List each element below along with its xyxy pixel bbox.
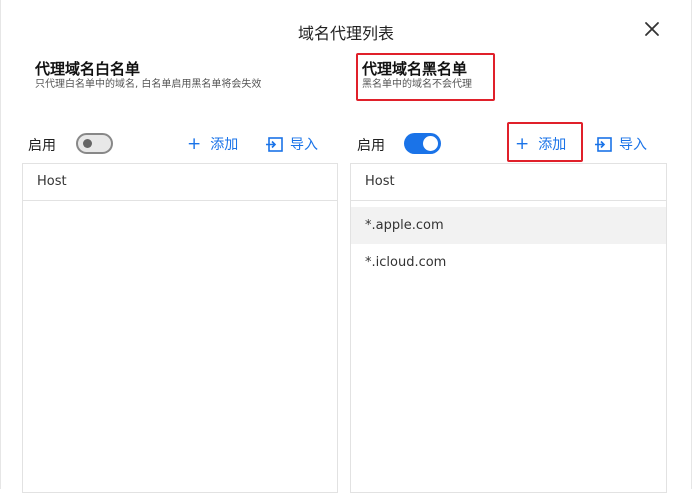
blacklist-add-label: 添加 — [538, 137, 567, 153]
blacklist-column-header: Host — [351, 164, 666, 201]
blacklist-add-button[interactable]: + 添加 — [515, 134, 566, 154]
whitelist-enable-toggle[interactable] — [76, 133, 113, 154]
blacklist-subtitle: 黑名单中的域名不会代理 — [362, 79, 472, 90]
blacklist-enable-label: 启用 — [357, 138, 385, 154]
blacklist-import-button[interactable]: 导入 — [595, 134, 647, 154]
whitelist-add-label: 添加 — [210, 137, 239, 153]
blacklist-enable-toggle[interactable] — [404, 133, 441, 154]
table-row[interactable]: *.apple.com — [351, 207, 666, 244]
whitelist-import-label: 导入 — [290, 137, 318, 153]
blacklist-title: 代理域名黑名单 — [362, 60, 468, 78]
whitelist-title: 代理域名白名单 — [35, 60, 141, 78]
toggle-knob — [83, 139, 92, 148]
plus-icon: + — [187, 133, 202, 154]
blacklist-import-label: 导入 — [619, 137, 647, 153]
domain-proxy-dialog: 域名代理列表 代理域名白名单 只代理白名单中的域名, 白名单启用黑名单将会失效 … — [0, 0, 692, 493]
close-icon[interactable] — [641, 18, 663, 40]
whitelist-header: 代理域名白名单 只代理白名单中的域名, 白名单启用黑名单将会失效 — [35, 60, 261, 92]
import-icon — [595, 136, 612, 152]
whitelist-enable-label: 启用 — [28, 138, 56, 154]
whitelist-add-button[interactable]: + 添加 — [187, 134, 238, 154]
blacklist-header: 代理域名黑名单 黑名单中的域名不会代理 — [362, 60, 472, 92]
whitelist-column-header: Host — [23, 164, 337, 201]
whitelist-table: Host — [22, 163, 338, 493]
dialog-title: 域名代理列表 — [297, 24, 394, 43]
whitelist-subtitle: 只代理白名单中的域名, 白名单启用黑名单将会失效 — [35, 79, 262, 90]
table-row[interactable]: *.icloud.com — [351, 244, 666, 281]
blacklist-table: Host *.apple.com *.icloud.com — [350, 163, 667, 493]
plus-icon: + — [515, 133, 530, 154]
toggle-knob — [423, 136, 438, 151]
import-icon — [266, 136, 283, 152]
whitelist-import-button[interactable]: 导入 — [266, 134, 318, 154]
